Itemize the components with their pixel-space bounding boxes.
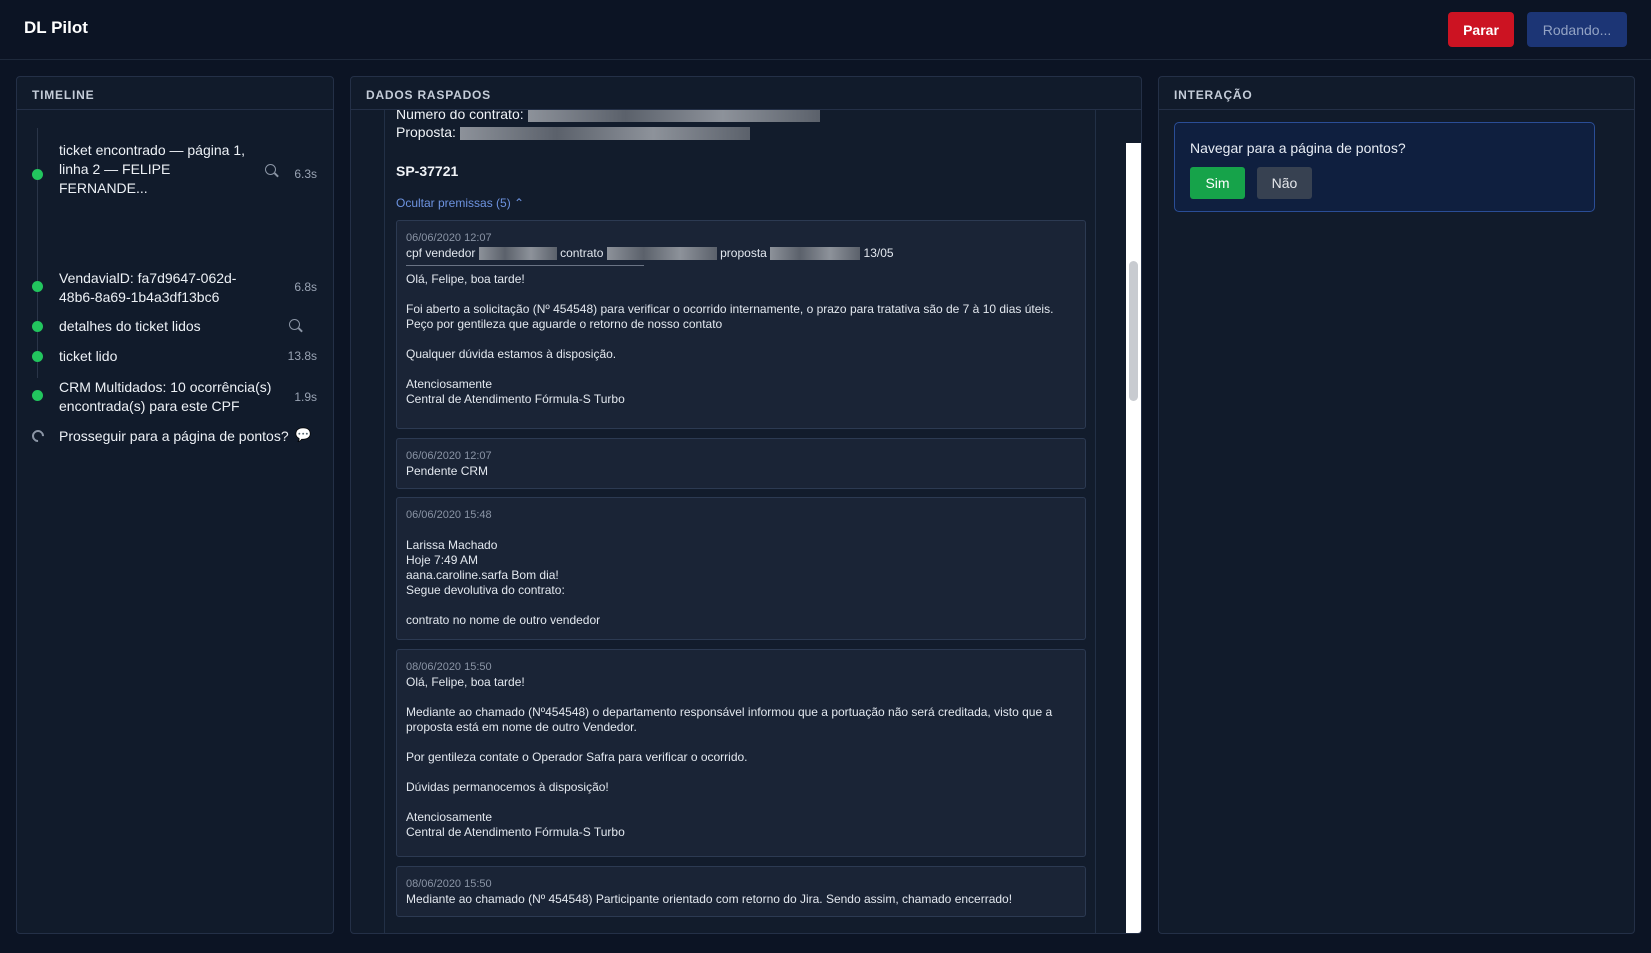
proposal-row: Proposta: — [396, 124, 750, 140]
no-button[interactable]: Não — [1257, 167, 1312, 199]
timeline-list: ticket encontrado — página 1, linha 2 — … — [17, 110, 333, 933]
yes-button[interactable]: Sim — [1190, 167, 1245, 199]
message-date: 06/06/2020 12:07 — [406, 232, 492, 244]
seller-label: cpf vendedor — [406, 246, 476, 260]
contract-label: Numero do contrato: — [396, 110, 524, 122]
question-box: Navegar para a página de pontos? Sim Não — [1174, 122, 1595, 212]
timeline-item-text: CRM Multidados: 10 ocorrência(s) encontr… — [59, 379, 272, 414]
message-card: 08/06/2020 15:50 Mediante ao chamado (Nº… — [396, 866, 1086, 917]
chat-bubble-icon: 💬 — [295, 427, 312, 442]
timeline-item-text: detalhes do ticket lidos — [59, 318, 201, 334]
redacted-block — [527, 110, 820, 122]
timeline-item-time: 6.3s — [294, 167, 317, 181]
loading-spinner-icon — [29, 427, 47, 445]
message-card: 06/06/2020 12:07 cpf vendedor contrato p… — [396, 220, 1086, 429]
message-body: Olá, Felipe, boa tarde! Foi aberto a sol… — [406, 272, 1054, 406]
message-date: 06/06/2020 15:48 — [406, 509, 492, 521]
hide-premises-link[interactable]: Ocultar premissas (5) ⌃ — [396, 196, 524, 210]
scraped-data-panel: DADOS RASPADOS Numero do contrato: Propo… — [350, 76, 1142, 934]
message-body: Pendente CRM — [406, 464, 489, 478]
timeline-item-text: Prosseguir para a página de pontos? — [59, 428, 289, 444]
proposal-inline-label: proposta — [720, 246, 767, 260]
interaction-panel: INTERAÇÃO Navegar para a página de ponto… — [1158, 76, 1635, 934]
message-card: 06/06/2020 15:48 Larissa Machado Hoje 7:… — [396, 497, 1086, 640]
header-date-suffix: 13/05 — [863, 246, 894, 260]
question-text: Navegar para a página de pontos? — [1190, 140, 1406, 156]
message-date: 06/06/2020 12:07 — [406, 450, 492, 462]
status-done-icon — [32, 281, 43, 292]
contract-inline-label: contrato — [560, 246, 604, 260]
message-body: Mediante ao chamado (Nº 454548) Particip… — [406, 892, 1013, 906]
timeline-item-time: 13.8s — [287, 349, 317, 363]
message-header-line: cpf vendedor contrato proposta 13/05 — [406, 246, 1076, 261]
running-button[interactable]: Rodando... — [1527, 12, 1627, 47]
status-done-icon — [32, 321, 43, 332]
timeline-panel: TIMELINE ticket encontrado — página 1, l… — [16, 76, 334, 934]
proposal-label: Proposta: — [396, 124, 456, 140]
status-done-icon — [32, 351, 43, 362]
search-icon[interactable] — [289, 319, 300, 330]
timeline-line — [37, 128, 38, 378]
message-body: Olá, Felipe, boa tarde! Mediante ao cham… — [406, 675, 1053, 839]
scraped-data-title: DADOS RASPADOS — [351, 77, 1141, 110]
message-card: 06/06/2020 12:07 Pendente CRM — [396, 438, 1086, 489]
stop-button[interactable]: Parar — [1448, 12, 1514, 47]
redacted-block — [478, 247, 557, 261]
timeline-item-text: ticket lido — [59, 348, 118, 364]
divider — [406, 265, 644, 266]
search-icon[interactable] — [265, 164, 276, 175]
scraped-data-body: Numero do contrato: Proposta: SP-37721 O… — [351, 110, 1141, 933]
app-title: DL Pilot — [24, 18, 88, 37]
timeline-item-text: ticket encontrado — página 1, linha 2 — … — [59, 142, 246, 196]
ticket-code: SP-37721 — [396, 163, 459, 179]
message-date: 08/06/2020 15:50 — [406, 661, 492, 673]
status-done-icon — [32, 169, 43, 180]
contract-row: Numero do contrato: — [396, 110, 820, 122]
interaction-title: INTERAÇÃO — [1159, 77, 1634, 110]
timeline-title: TIMELINE — [17, 77, 333, 110]
redacted-block — [459, 126, 750, 140]
status-done-icon — [32, 390, 43, 401]
timeline-item-time: 6.8s — [294, 280, 317, 294]
message-card: 08/06/2020 15:50 Olá, Felipe, boa tarde!… — [396, 649, 1086, 857]
scraped-data-content: Numero do contrato: Proposta: SP-37721 O… — [384, 110, 1096, 933]
timeline-item-time: 1.9s — [294, 390, 317, 404]
redacted-block — [770, 247, 861, 261]
scrollbar[interactable] — [1126, 143, 1141, 933]
scrollbar-thumb[interactable] — [1129, 261, 1138, 401]
app-header: DL Pilot Parar Rodando... — [0, 0, 1651, 60]
redacted-block — [606, 247, 717, 261]
message-date: 08/06/2020 15:50 — [406, 878, 492, 890]
message-body: Larissa Machado Hoje 7:49 AM aana.caroli… — [406, 538, 601, 627]
timeline-item-text: VendavialD: fa7d9647-062d-48b6-8a69-1b4a… — [59, 270, 237, 305]
